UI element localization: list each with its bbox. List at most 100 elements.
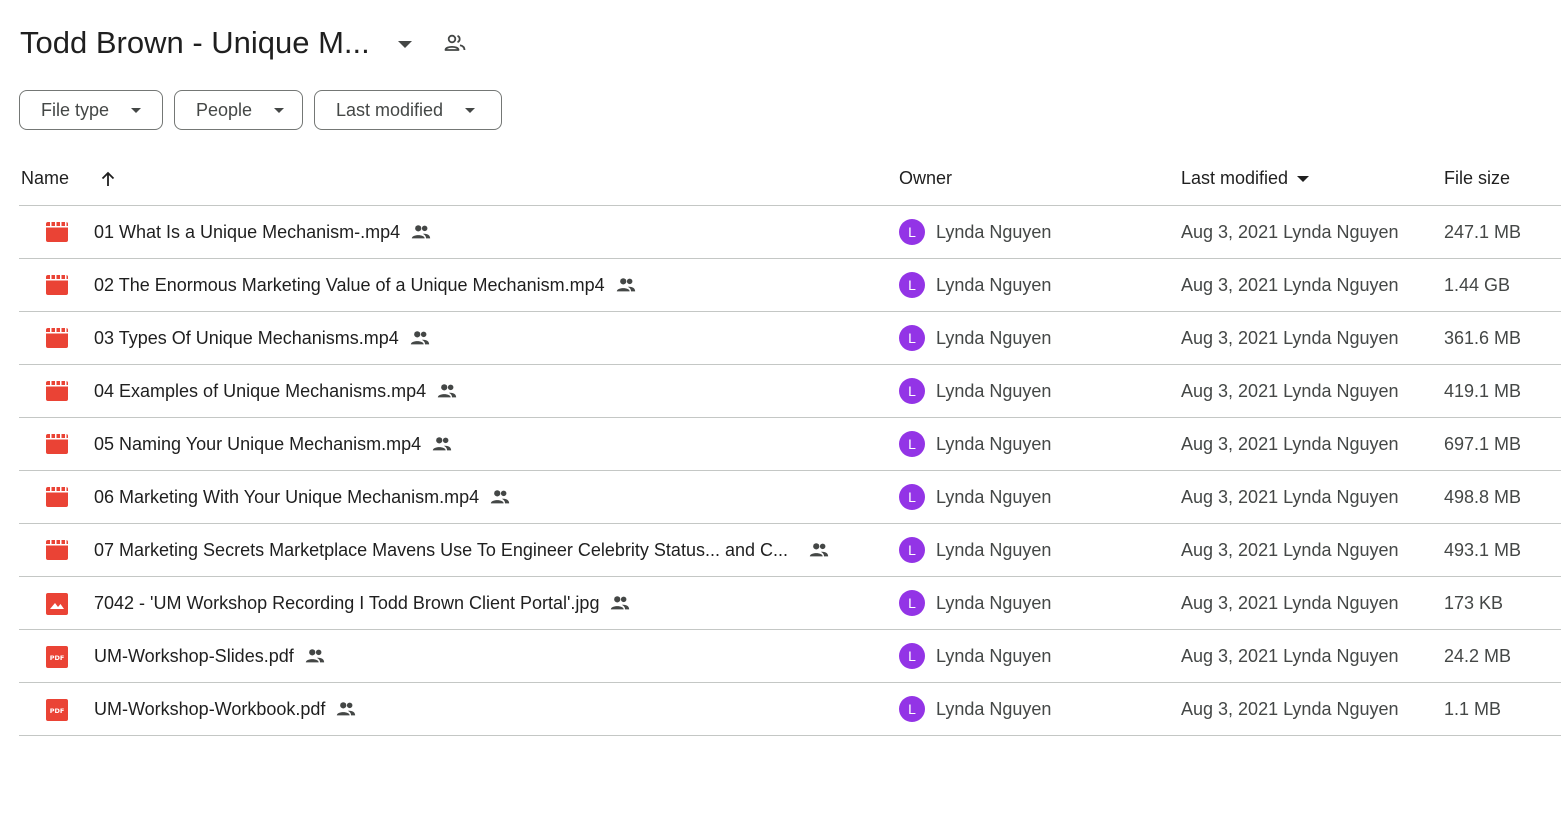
file-size-cell: 24.2 MB	[1444, 630, 1511, 682]
pdf-file-icon: PDF	[46, 699, 68, 721]
table-row[interactable]: PDF UM-Workshop-Workbook.pdf L Lynda Nguyen…	[19, 683, 1561, 736]
file-size-value: 419.1 MB	[1444, 380, 1522, 401]
video-file-icon	[46, 222, 68, 242]
file-type-filter[interactable]: File type	[19, 90, 163, 130]
owner-name: Lynda Nguyen	[936, 221, 1052, 242]
last-modified-cell: Aug 3, 2021 Lynda Nguyen	[1181, 312, 1399, 364]
shared-icon	[615, 274, 637, 296]
shared-icon	[431, 433, 453, 455]
file-name[interactable]: 06 Marketing With Your Unique Mechanism.…	[94, 487, 479, 508]
name-header-label: Name	[21, 168, 70, 188]
table-row[interactable]: 03 Types Of Unique Mechanisms.mp4 L Lynda …	[19, 312, 1561, 365]
file-name-cell: 03 Types Of Unique Mechanisms.mp4	[94, 312, 431, 364]
owner-cell: L Lynda Nguyen	[899, 365, 1051, 417]
people-filter[interactable]: People	[174, 90, 303, 130]
file-size-cell: 419.1 MB	[1444, 365, 1521, 417]
last-modified-value: Aug 3, 2021 Lynda Nguyen	[1181, 592, 1399, 613]
caret-down-icon[interactable]	[397, 41, 412, 48]
file-name-cell: 7042 - 'UM Workshop Recording I Todd Bro…	[94, 577, 631, 629]
filter-label: Last modified	[336, 99, 444, 120]
file-size-value: 173 KB	[1444, 592, 1504, 613]
file-name-cell: 04 Examples of Unique Mechanisms.mp4	[94, 365, 458, 417]
shared-icon	[304, 645, 326, 667]
avatar: L	[899, 537, 925, 563]
owner-cell: L Lynda Nguyen	[899, 418, 1051, 470]
file-name-cell: UM-Workshop-Slides.pdf	[94, 630, 326, 682]
table-row[interactable]: 07 Marketing Secrets Marketplace Mavens …	[19, 524, 1561, 577]
table-row[interactable]: 01 What Is a Unique Mechanism-.mp4 L Lynda…	[19, 206, 1561, 259]
last-modified-cell: Aug 3, 2021 Lynda Nguyen	[1181, 365, 1399, 417]
owner-name: Lynda Nguyen	[936, 539, 1052, 560]
file-size-value: 1.44 GB	[1444, 274, 1511, 295]
last-modified-filter[interactable]: Last modified	[314, 90, 502, 130]
last-modified-cell: Aug 3, 2021 Lynda Nguyen	[1181, 683, 1399, 735]
table-row[interactable]: 7042 - 'UM Workshop Recording I Todd Bro…	[19, 577, 1561, 630]
shared-icon	[808, 539, 830, 561]
owner-name: Lynda Nguyen	[936, 698, 1052, 719]
video-file-icon	[46, 275, 68, 295]
file-size-cell: 498.8 MB	[1444, 471, 1521, 523]
file-name-cell: 02 The Enormous Marketing Value of a Uni…	[94, 259, 637, 311]
file-name-cell: 01 What Is a Unique Mechanism-.mp4	[94, 206, 432, 258]
last-modified-cell: Aug 3, 2021 Lynda Nguyen	[1181, 577, 1399, 629]
chevron-down-icon	[274, 107, 285, 113]
shared-icon	[436, 380, 458, 402]
owner-column-header[interactable]: Owner	[899, 152, 952, 205]
owner-name: Lynda Nguyen	[936, 380, 1052, 401]
last-modified-value: Aug 3, 2021 Lynda Nguyen	[1181, 645, 1399, 666]
avatar: L	[899, 378, 925, 404]
last-modified-value: Aug 3, 2021 Lynda Nguyen	[1181, 539, 1399, 560]
file-name[interactable]: 05 Naming Your Unique Mechanism.mp4	[94, 434, 421, 455]
file-name[interactable]: 01 What Is a Unique Mechanism-.mp4	[94, 222, 400, 243]
last-modified-value: Aug 3, 2021 Lynda Nguyen	[1181, 380, 1399, 401]
shared-icon	[609, 592, 631, 614]
table-row[interactable]: PDF UM-Workshop-Slides.pdf L Lynda Nguyen Au…	[19, 630, 1561, 683]
video-file-icon	[46, 434, 68, 454]
last-modified-value: Aug 3, 2021 Lynda Nguyen	[1181, 486, 1399, 507]
shared-icon	[409, 327, 431, 349]
table-row[interactable]: 05 Naming Your Unique Mechanism.mp4 L Lynd…	[19, 418, 1561, 471]
last-modified-value: Aug 3, 2021 Lynda Nguyen	[1181, 327, 1399, 348]
owner-cell: L Lynda Nguyen	[899, 206, 1051, 258]
file-name[interactable]: 02 The Enormous Marketing Value of a Uni…	[94, 275, 605, 296]
filter-label: File type	[41, 99, 110, 120]
svg-text:PDF: PDF	[50, 707, 65, 715]
file-name[interactable]: UM-Workshop-Slides.pdf	[94, 646, 294, 667]
page-header: Todd Brown - Unique M...	[20, 20, 468, 66]
table-row[interactable]: 04 Examples of Unique Mechanisms.mp4 L Lyn…	[19, 365, 1561, 418]
shared-people-icon[interactable]	[442, 30, 468, 56]
owner-cell: L Lynda Nguyen	[899, 630, 1051, 682]
file-name[interactable]: 04 Examples of Unique Mechanisms.mp4	[94, 381, 426, 402]
last-modified-value: Aug 3, 2021 Lynda Nguyen	[1181, 433, 1399, 454]
owner-name: Lynda Nguyen	[936, 433, 1052, 454]
table-header: Name Owner Last modified File size	[19, 152, 1561, 206]
owner-cell: L Lynda Nguyen	[899, 524, 1051, 576]
last-modified-cell: Aug 3, 2021 Lynda Nguyen	[1181, 630, 1399, 682]
last-modified-column-header[interactable]: Last modified	[1181, 152, 1310, 205]
file-size-cell: 173 KB	[1444, 577, 1503, 629]
last-modified-cell: Aug 3, 2021 Lynda Nguyen	[1181, 259, 1399, 311]
file-name[interactable]: 07 Marketing Secrets Marketplace Mavens …	[94, 540, 788, 561]
file-name[interactable]: 03 Types Of Unique Mechanisms.mp4	[94, 328, 399, 349]
file-name[interactable]: 7042 - 'UM Workshop Recording I Todd Bro…	[94, 593, 599, 614]
file-size-column-header[interactable]: File size	[1444, 152, 1510, 205]
name-column-header[interactable]: Name	[21, 152, 117, 205]
video-file-icon	[46, 487, 68, 507]
folder-title[interactable]: Todd Brown - Unique M...	[20, 25, 370, 61]
file-size-value: 247.1 MB	[1444, 221, 1522, 242]
video-file-icon	[46, 328, 68, 348]
image-file-icon	[46, 593, 68, 615]
filter-label: People	[196, 99, 253, 120]
file-size-value: 361.6 MB	[1444, 327, 1522, 348]
file-name-cell: 06 Marketing With Your Unique Mechanism.…	[94, 471, 511, 523]
file-name[interactable]: UM-Workshop-Workbook.pdf	[94, 699, 325, 720]
table-row[interactable]: 02 The Enormous Marketing Value of a Uni…	[19, 259, 1561, 312]
owner-header-label: Owner	[899, 168, 953, 188]
table-row[interactable]: 06 Marketing With Your Unique Mechanism.…	[19, 471, 1561, 524]
last-modified-cell: Aug 3, 2021 Lynda Nguyen	[1181, 418, 1399, 470]
last-modified-cell: Aug 3, 2021 Lynda Nguyen	[1181, 524, 1399, 576]
svg-text:PDF: PDF	[50, 654, 65, 662]
owner-name: Lynda Nguyen	[936, 592, 1052, 613]
arrow-up-icon[interactable]	[99, 170, 117, 188]
file-size-cell: 697.1 MB	[1444, 418, 1521, 470]
